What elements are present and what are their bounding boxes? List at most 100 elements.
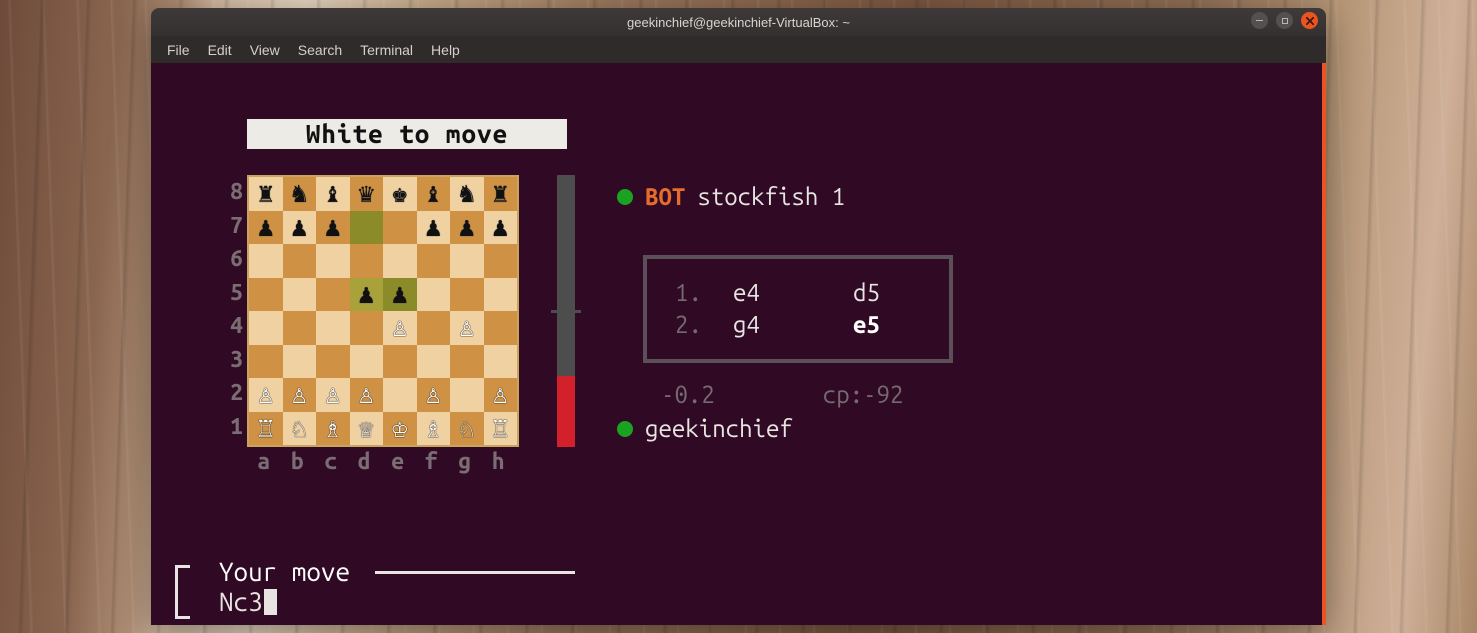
- piece: ♟: [425, 214, 441, 241]
- move-input[interactable]: Nc3: [219, 587, 277, 616]
- square: ♟: [249, 211, 283, 245]
- square: ♟: [350, 278, 384, 312]
- rank-label: 1: [225, 410, 247, 444]
- rank-labels: 87654321: [225, 175, 247, 443]
- eval-bar-advantage: [557, 376, 575, 447]
- eval-bar-midpoint: [551, 310, 581, 313]
- player-row: geekinchief: [617, 415, 793, 442]
- chess-board: ♜♞♝♛♚♝♞♜♟♟♟♟♟♟♟♟♙♙♙♙♙♙♙♙♖♘♗♕♔♗♘♖: [247, 175, 519, 447]
- piece: ♟: [258, 214, 274, 241]
- square: ♙: [383, 311, 417, 345]
- rank-label: 3: [225, 343, 247, 377]
- move-row: 2.g4e5: [675, 309, 913, 341]
- square: [249, 345, 283, 379]
- piece: ♝: [425, 180, 441, 207]
- square: [283, 345, 317, 379]
- minimize-button[interactable]: [1251, 12, 1268, 29]
- piece: ♟: [358, 281, 374, 308]
- prompt-bracket-icon: [175, 565, 190, 619]
- square: ♙: [350, 378, 384, 412]
- square: ♗: [316, 412, 350, 446]
- piece: ♜: [258, 180, 274, 207]
- piece: ♙: [325, 381, 341, 408]
- piece: ♜: [492, 180, 508, 207]
- player-name: geekinchief: [645, 415, 793, 442]
- square: [249, 244, 283, 278]
- square: [283, 311, 317, 345]
- menu-help[interactable]: Help: [423, 39, 468, 61]
- piece: ♝: [325, 180, 341, 207]
- square: ♙: [450, 311, 484, 345]
- white-move: e4: [733, 277, 853, 309]
- file-label: c: [314, 449, 348, 474]
- eval-score: -0.2: [661, 381, 715, 408]
- eval-bar: [557, 175, 575, 447]
- square: [450, 278, 484, 312]
- menu-file[interactable]: File: [159, 39, 198, 61]
- window-titlebar[interactable]: geekinchief@geekinchief-VirtualBox: ~: [151, 8, 1326, 36]
- square: [283, 244, 317, 278]
- square: [484, 311, 518, 345]
- file-labels: abcdefgh: [247, 449, 517, 474]
- text-cursor: [264, 589, 277, 615]
- square: ♙: [316, 378, 350, 412]
- piece: ♔: [392, 415, 408, 442]
- square: ♙: [249, 378, 283, 412]
- terminal-content[interactable]: White to move 87654321 ♜♞♝♛♚♝♞♜♟♟♟♟♟♟♟♟♙…: [151, 63, 1326, 625]
- square: [283, 278, 317, 312]
- piece: ♟: [325, 214, 341, 241]
- square: [417, 311, 451, 345]
- piece: ♟: [459, 214, 475, 241]
- move-prompt: Your move Nc3: [175, 557, 1316, 621]
- file-label: f: [415, 449, 449, 474]
- square: ♘: [283, 412, 317, 446]
- menu-terminal[interactable]: Terminal: [352, 39, 421, 61]
- bot-tag: BOT: [645, 183, 685, 210]
- menu-view[interactable]: View: [242, 39, 288, 61]
- online-dot-icon: [617, 421, 633, 437]
- square: ♖: [484, 412, 518, 446]
- square: ♙: [283, 378, 317, 412]
- square: ♙: [417, 378, 451, 412]
- square: ♝: [316, 177, 350, 211]
- opponent-row: BOT stockfish 1: [617, 183, 845, 210]
- square: ♖: [249, 412, 283, 446]
- square: [450, 345, 484, 379]
- piece: ♙: [425, 381, 441, 408]
- menu-search[interactable]: Search: [290, 39, 350, 61]
- rank-label: 4: [225, 309, 247, 343]
- square: [484, 345, 518, 379]
- menu-edit[interactable]: Edit: [200, 39, 240, 61]
- square: ♕: [350, 412, 384, 446]
- prompt-underline: [375, 571, 575, 574]
- square: [350, 244, 384, 278]
- close-button[interactable]: [1301, 12, 1318, 29]
- window-title: geekinchief@geekinchief-VirtualBox: ~: [151, 15, 1326, 30]
- square: [450, 378, 484, 412]
- piece: ♗: [425, 415, 441, 442]
- turn-indicator: White to move: [247, 119, 567, 149]
- rank-label: 7: [225, 209, 247, 243]
- square: ♟: [316, 211, 350, 245]
- square: [484, 244, 518, 278]
- file-label: d: [348, 449, 382, 474]
- move-input-text: Nc3: [219, 587, 263, 616]
- eval-text: -0.2 cp:-92: [661, 381, 903, 408]
- square: [249, 278, 283, 312]
- piece: ♕: [358, 415, 374, 442]
- terminal-window: geekinchief@geekinchief-VirtualBox: ~ Fi…: [151, 8, 1326, 625]
- square: [417, 244, 451, 278]
- square: [383, 244, 417, 278]
- eval-cp: cp:-92: [823, 381, 904, 408]
- square: [484, 278, 518, 312]
- piece: ♙: [258, 381, 274, 408]
- square: [417, 345, 451, 379]
- maximize-button[interactable]: [1276, 12, 1293, 29]
- move-number: 1.: [675, 277, 733, 309]
- square: ♟: [283, 211, 317, 245]
- piece: ♘: [459, 415, 475, 442]
- move-number: 2.: [675, 309, 733, 341]
- piece: ♙: [459, 314, 475, 341]
- square: ♞: [283, 177, 317, 211]
- piece: ♚: [392, 180, 408, 207]
